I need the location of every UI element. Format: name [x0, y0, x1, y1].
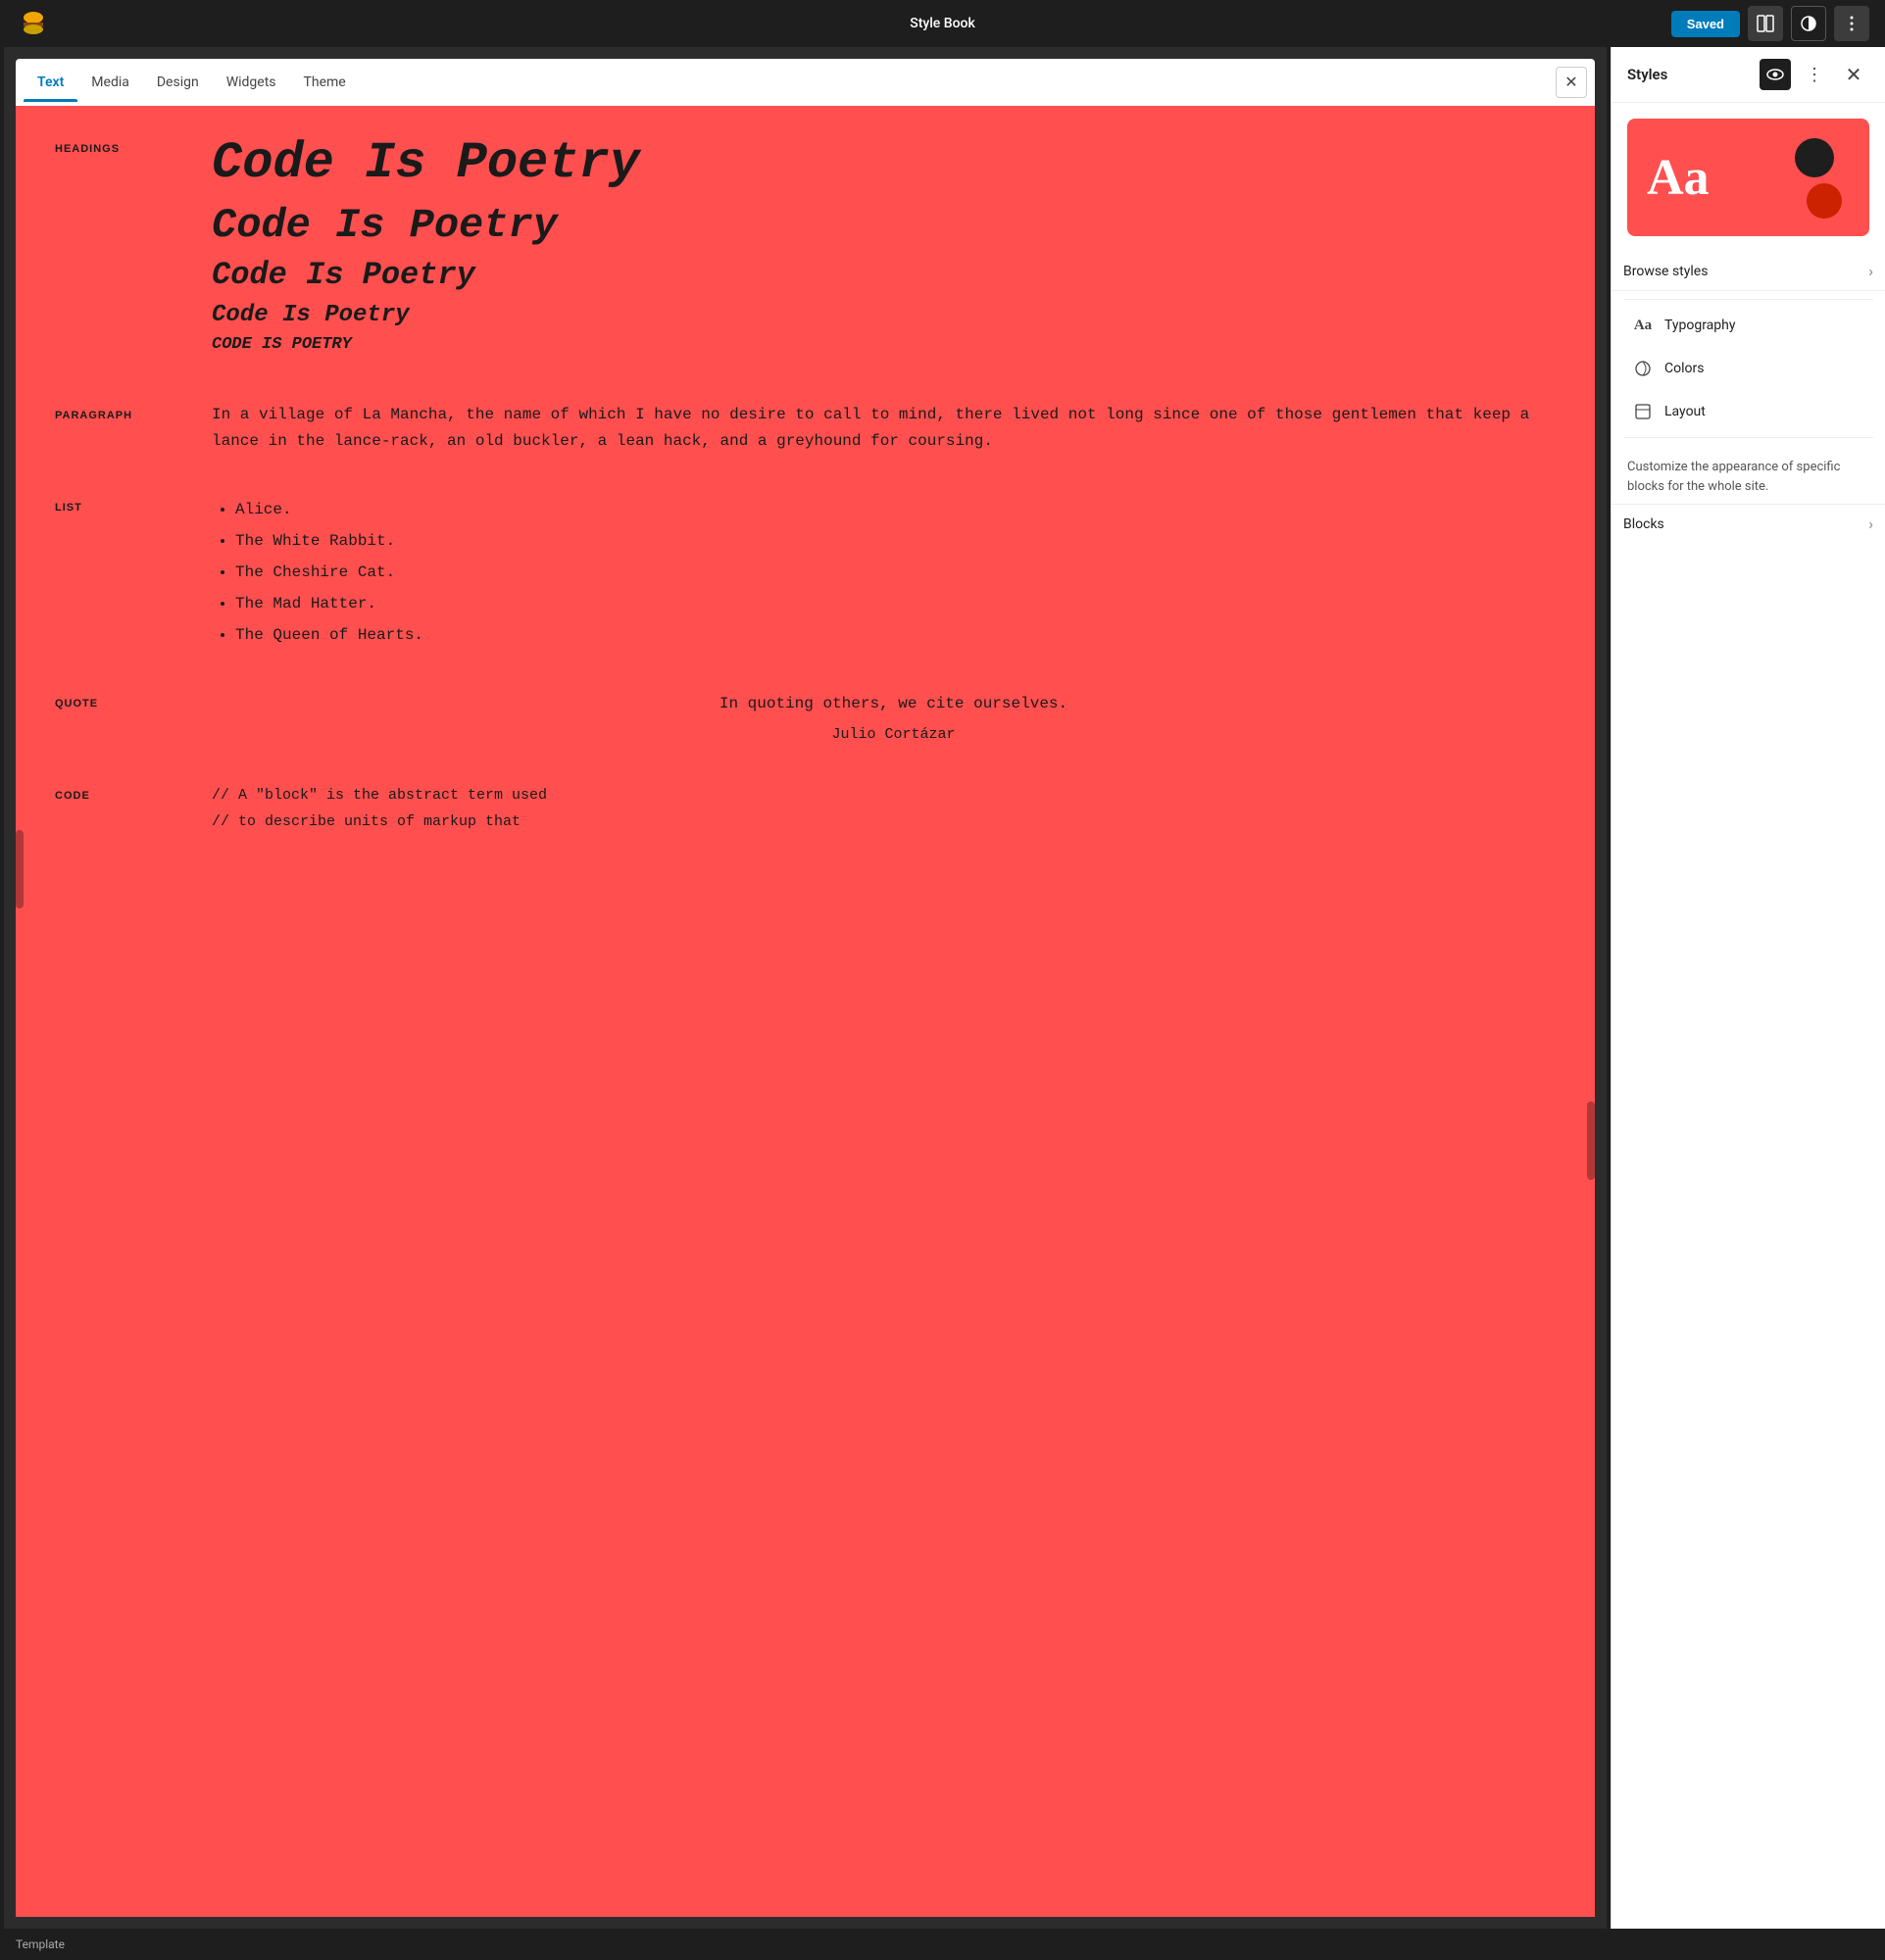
quote-label: QUOTE [55, 698, 173, 710]
contrast-button[interactable] [1791, 6, 1826, 41]
list-item: The Mad Hatter. [235, 588, 1575, 619]
styles-list: Aa Typography Colors [1612, 304, 1885, 433]
app-logo [16, 6, 51, 41]
scrollbar-left[interactable] [16, 830, 24, 908]
list-items: Alice. The White Rabbit. The Cheshire Ca… [212, 494, 1575, 651]
headings-label: HEADINGS [55, 143, 173, 155]
code-content: // A "block" is the abstract term used /… [212, 782, 1575, 835]
customize-description: Customize the appearance of specific blo… [1612, 442, 1885, 504]
list-section: LIST Alice. The White Rabbit. The Cheshi… [55, 494, 1575, 651]
heading-2: Code Is Poetry [212, 203, 1575, 248]
quote-author: Julio Cortázar [212, 726, 1575, 743]
browse-styles-label: Browse styles [1623, 264, 1868, 279]
style-book-content: HEADINGS Code Is Poetry Code Is Poetry C… [16, 106, 1595, 1917]
typography-label: Typography [1664, 318, 1865, 333]
paragraph-content: In a village of La Mancha, the name of w… [212, 402, 1575, 455]
headings-label-col: HEADINGS [55, 135, 173, 363]
list-item: The Queen of Hearts. [235, 619, 1575, 651]
heading-5: CODE IS POETRY [212, 336, 1575, 355]
list-item: Alice. [235, 494, 1575, 525]
eye-icon[interactable] [1760, 59, 1791, 90]
blocks-item[interactable]: Blocks › [1612, 504, 1885, 543]
list-item: The Cheshire Cat. [235, 557, 1575, 588]
panel-more-button[interactable]: ⋮ [1799, 59, 1830, 90]
scrollbar-right[interactable] [1587, 1102, 1595, 1180]
quote-label-col: QUOTE [55, 690, 173, 743]
heading-3: Code Is Poetry [212, 258, 1575, 292]
layout-item[interactable]: Layout [1619, 390, 1877, 433]
paragraph-label: PARAGRAPH [55, 410, 173, 421]
heading-1: Code Is Poetry [212, 135, 1575, 191]
browse-styles-arrow-icon: › [1868, 262, 1873, 280]
colors-icon [1631, 357, 1655, 380]
styles-panel-header: Styles ⋮ ✕ [1612, 47, 1885, 103]
paragraph-label-col: PARAGRAPH [55, 402, 173, 455]
tab-widgets[interactable]: Widgets [213, 63, 290, 102]
typography-icon: Aa [1631, 314, 1655, 337]
more-options-button[interactable] [1834, 6, 1869, 41]
heading-4: Code Is Poetry [212, 303, 1575, 328]
code-section: CODE // A "block" is the abstract term u… [55, 782, 1575, 835]
layout-icon [1631, 400, 1655, 423]
code-label-col: CODE [55, 782, 173, 835]
style-preview-dot-dark [1795, 138, 1834, 177]
tab-bar: Text Media Design Widgets Theme ✕ [16, 59, 1595, 106]
code-label: CODE [55, 790, 173, 802]
colors-item[interactable]: Colors [1619, 347, 1877, 390]
list-label-col: LIST [55, 494, 173, 651]
tab-media[interactable]: Media [77, 63, 143, 102]
top-bar-actions: Saved [1671, 6, 1869, 41]
tab-close-button[interactable]: ✕ [1556, 67, 1587, 98]
style-preview-dot-red [1807, 183, 1842, 219]
headings-content: Code Is Poetry Code Is Poetry Code Is Po… [212, 135, 1575, 363]
page-title: Style Book [910, 16, 975, 31]
code-line-2: // to describe units of markup that [212, 808, 1575, 835]
style-preview-card: Aa [1627, 119, 1869, 236]
code-line-1: // A "block" is the abstract term used [212, 782, 1575, 808]
layout-label: Layout [1664, 404, 1865, 419]
status-label: Template [16, 1937, 65, 1951]
tab-text[interactable]: Text [24, 63, 77, 102]
paragraph-section: PARAGRAPH In a village of La Mancha, the… [55, 402, 1575, 455]
colors-label: Colors [1664, 361, 1865, 376]
panel-close-button[interactable]: ✕ [1838, 59, 1869, 90]
divider-1 [1623, 299, 1873, 300]
list-label: LIST [55, 502, 173, 514]
quote-section: QUOTE In quoting others, we cite ourselv… [55, 690, 1575, 743]
saved-button[interactable]: Saved [1671, 11, 1740, 37]
main-layout: Text Media Design Widgets Theme ✕ HEADIN… [0, 47, 1885, 1929]
blocks-arrow-icon: › [1868, 514, 1873, 533]
blocks-label: Blocks [1623, 516, 1868, 532]
typography-item[interactable]: Aa Typography [1619, 304, 1877, 347]
paragraph-text: In a village of La Mancha, the name of w… [212, 402, 1575, 455]
style-book-panel: Text Media Design Widgets Theme ✕ HEADIN… [4, 47, 1607, 1929]
list-content: Alice. The White Rabbit. The Cheshire Ca… [212, 494, 1575, 651]
view-toggle-button[interactable] [1748, 6, 1783, 41]
quote-text: In quoting others, we cite ourselves. [212, 690, 1575, 718]
tab-theme[interactable]: Theme [290, 63, 360, 102]
styles-panel-title: Styles [1627, 66, 1752, 83]
divider-2 [1623, 437, 1873, 438]
status-bar: Template [0, 1929, 1885, 1960]
quote-content: In quoting others, we cite ourselves. Ju… [212, 690, 1575, 743]
tab-design[interactable]: Design [143, 63, 213, 102]
headings-section: HEADINGS Code Is Poetry Code Is Poetry C… [55, 135, 1575, 363]
style-preview-aa-text: Aa [1647, 149, 1710, 207]
top-bar: Style Book Saved [0, 0, 1885, 47]
styles-panel: Styles ⋮ ✕ Aa Browse styles › [1611, 47, 1885, 1929]
browse-styles-item[interactable]: Browse styles › [1612, 252, 1885, 291]
list-item: The White Rabbit. [235, 525, 1575, 557]
